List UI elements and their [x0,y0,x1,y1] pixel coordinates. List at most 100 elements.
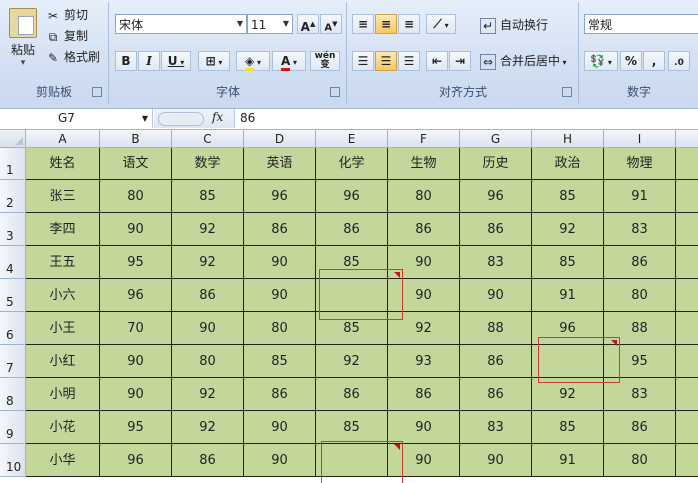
font-size-combo[interactable]: 11 ▼ [247,14,293,34]
chevron-down-icon[interactable]: ▼ [142,109,148,128]
cell-d7[interactable]: 85 [244,345,316,378]
cell-d10[interactable]: 90 [244,444,316,477]
cell-g8[interactable]: 86 [460,378,532,411]
align-center-button[interactable]: ☰ [375,51,397,71]
cell-d3[interactable]: 86 [244,213,316,246]
cell-a4[interactable]: 王五 [26,246,100,279]
cell-i1[interactable]: 物理 [604,148,676,180]
column-header-h[interactable]: H [532,130,604,148]
cell-e8[interactable]: 86 [316,378,388,411]
cell-e9[interactable]: 85 [316,411,388,444]
column-header-f[interactable]: F [388,130,460,148]
cell-b9[interactable]: 95 [100,411,172,444]
alignment-launcher-icon[interactable] [562,87,572,97]
name-box[interactable]: G7 ▼ [0,109,153,128]
currency-button[interactable]: 💱 ▾ [584,51,618,71]
cell-h1[interactable]: 政治 [532,148,604,180]
cell-i2[interactable]: 91 [604,180,676,213]
format-painter-button[interactable]: ✎ 格式刷 [46,48,100,66]
cell-g6[interactable]: 88 [460,312,532,345]
cell-c5[interactable]: 86 [172,279,244,312]
cell-c1[interactable]: 数学 [172,148,244,180]
column-header-a[interactable]: A [26,130,100,148]
cell-g7[interactable]: 86 [460,345,532,378]
cell-g9[interactable]: 83 [460,411,532,444]
cell-h2[interactable]: 85 [532,180,604,213]
cell-b3[interactable]: 90 [100,213,172,246]
wrap-text-button[interactable]: ↵ 自动换行 [480,16,548,34]
cell-h9[interactable]: 85 [532,411,604,444]
font-name-combo[interactable]: 宋体 ▼ [115,14,247,34]
cell-i3[interactable]: 83 [604,213,676,246]
row-header-5[interactable]: 5 [0,279,26,312]
cell-b4[interactable]: 95 [100,246,172,279]
comment-box-1[interactable] [319,269,403,320]
cell-d1[interactable]: 英语 [244,148,316,180]
copy-button[interactable]: ⧉ 复制 [46,27,88,45]
decrease-indent-button[interactable]: ⇤ [426,51,448,71]
cell-partial[interactable] [676,378,698,411]
cell-h4[interactable]: 85 [532,246,604,279]
cell-f1[interactable]: 生物 [388,148,460,180]
cell-i5[interactable]: 80 [604,279,676,312]
cell-d2[interactable]: 96 [244,180,316,213]
grow-font-button[interactable]: A▲ [297,14,319,34]
column-header-b[interactable]: B [100,130,172,148]
bold-button[interactable]: B [115,51,137,71]
cell-g2[interactable]: 96 [460,180,532,213]
row-header-3[interactable]: 3 [0,213,26,246]
number-format-combo[interactable]: 常规 [584,14,698,34]
cell-partial[interactable] [676,312,698,345]
align-bottom-button[interactable]: ≡ [398,14,420,34]
comment-box-3[interactable] [321,441,403,483]
cell-a2[interactable]: 张三 [26,180,100,213]
row-header-10[interactable]: 10 [0,444,26,477]
row-header-6[interactable]: 6 [0,312,26,345]
cell-b7[interactable]: 90 [100,345,172,378]
comma-button[interactable]: , [643,51,665,71]
cell-e3[interactable]: 86 [316,213,388,246]
cell-f2[interactable]: 80 [388,180,460,213]
cell-i4[interactable]: 86 [604,246,676,279]
cell-f3[interactable]: 86 [388,213,460,246]
merge-center-button[interactable]: ⇔ 合并后居中 ▾ [480,52,567,70]
formula-input[interactable]: 86 [240,109,255,128]
cell-d5[interactable]: 90 [244,279,316,312]
cell-f8[interactable]: 86 [388,378,460,411]
cell-e2[interactable]: 96 [316,180,388,213]
cut-button[interactable]: ✂ 剪切 [46,6,88,24]
column-header-partial[interactable] [676,130,698,148]
cell-c8[interactable]: 92 [172,378,244,411]
cell-g3[interactable]: 86 [460,213,532,246]
cell-a1[interactable]: 姓名 [26,148,100,180]
shrink-font-button[interactable]: A▼ [320,14,342,34]
clipboard-launcher-icon[interactable] [92,87,102,97]
align-top-button[interactable]: ≡ [352,14,374,34]
align-left-button[interactable]: ☰ [352,51,374,71]
cell-c6[interactable]: 90 [172,312,244,345]
cell-i9[interactable]: 86 [604,411,676,444]
cell-g10[interactable]: 90 [460,444,532,477]
cell-partial[interactable] [676,180,698,213]
cell-b8[interactable]: 90 [100,378,172,411]
cell-b1[interactable]: 语文 [100,148,172,180]
formula-splitter-handle[interactable] [158,112,204,126]
row-header-2[interactable]: 2 [0,180,26,213]
font-launcher-icon[interactable] [330,87,340,97]
cell-a8[interactable]: 小明 [26,378,100,411]
increase-decimal-button[interactable]: .0 [668,51,690,71]
cell-d4[interactable]: 90 [244,246,316,279]
row-header-7[interactable]: 7 [0,345,26,378]
column-header-c[interactable]: C [172,130,244,148]
cell-partial[interactable] [676,345,698,378]
comment-box-2[interactable] [538,337,620,383]
cell-b6[interactable]: 70 [100,312,172,345]
italic-button[interactable]: I [138,51,160,71]
column-header-e[interactable]: E [316,130,388,148]
paste-dropdown-icon[interactable]: ▾ [6,58,40,68]
font-color-button[interactable]: A ▾ [272,51,306,71]
cell-c9[interactable]: 92 [172,411,244,444]
cell-e1[interactable]: 化学 [316,148,388,180]
select-all-corner[interactable] [0,130,26,148]
column-header-d[interactable]: D [244,130,316,148]
